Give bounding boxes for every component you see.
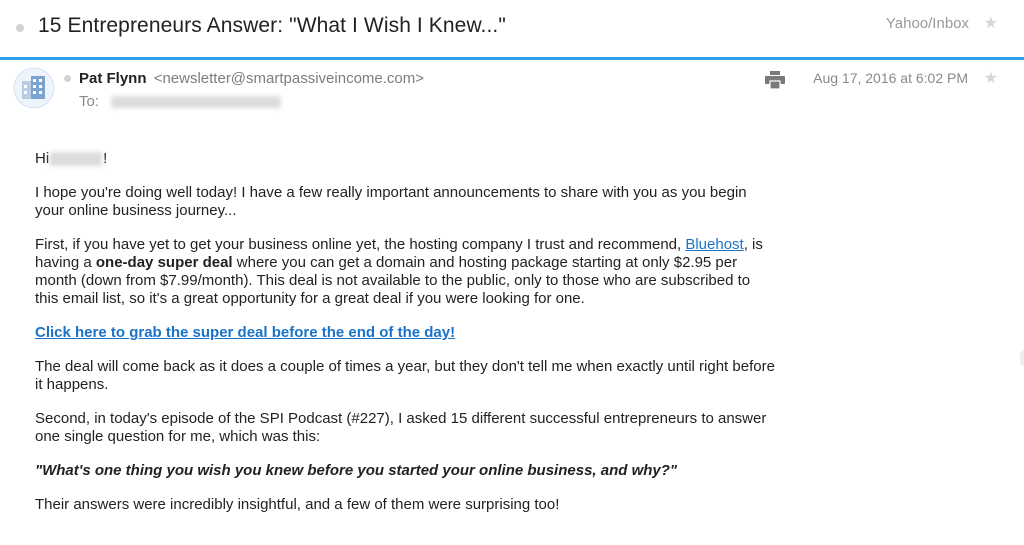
greeting-text: Hi <box>35 150 50 167</box>
sender-unread-dot-icon[interactable] <box>64 75 71 82</box>
building-avatar-icon <box>13 67 55 109</box>
sender-line: Pat Flynn <newsletter@smartpassiveincome… <box>79 70 424 87</box>
paragraph-deal-returns: The deal will come back as it does a cou… <box>35 358 775 393</box>
email-date: Aug 17, 2016 at 6:02 PM <box>813 70 968 86</box>
scroll-handle[interactable] <box>1020 350 1024 366</box>
greeting: Hi! <box>35 150 775 168</box>
subject-header: 15 Entrepreneurs Answer: "What I Wish I … <box>0 0 1024 57</box>
greeting-punct: ! <box>103 150 108 167</box>
unread-dot-icon[interactable] <box>16 24 24 32</box>
email-subject: 15 Entrepreneurs Answer: "What I Wish I … <box>38 14 506 37</box>
deal-text-start: First, if you have yet to get your busin… <box>35 236 686 253</box>
paragraph-hosting-deal: First, if you have yet to get your busin… <box>35 236 775 308</box>
header-divider <box>0 57 1024 60</box>
super-deal-link[interactable]: Click here to grab the super deal before… <box>35 324 455 341</box>
email-body: Hi! I hope you're doing well today! I ha… <box>35 150 775 530</box>
print-icon[interactable] <box>765 71 785 89</box>
recipient-line: To: <box>79 93 282 110</box>
redacted-recipient <box>111 96 282 109</box>
to-label: To: <box>79 93 100 110</box>
star-icon[interactable]: ★ <box>984 16 998 32</box>
deal-highlight: one-day super deal <box>95 254 233 271</box>
paragraph-answers: Their answers were incredibly insightful… <box>35 496 560 513</box>
paragraph-podcast: Second, in today's episode of the SPI Po… <box>35 410 767 445</box>
sender-email[interactable]: <newsletter@smartpassiveincome.com> <box>154 70 424 87</box>
star-icon[interactable]: ★ <box>984 71 998 87</box>
cta-paragraph: Click here to grab the super deal before… <box>35 324 775 342</box>
bluehost-link[interactable]: Bluehost <box>685 236 743 253</box>
mailbox-breadcrumb[interactable]: Yahoo/Inbox <box>886 15 969 32</box>
redacted-name <box>50 152 103 167</box>
podcast-question-quote: "What's one thing you wish you knew befo… <box>35 462 678 479</box>
paragraph-intro: I hope you're doing well today! I have a… <box>35 184 747 219</box>
sender-name[interactable]: Pat Flynn <box>79 70 147 87</box>
